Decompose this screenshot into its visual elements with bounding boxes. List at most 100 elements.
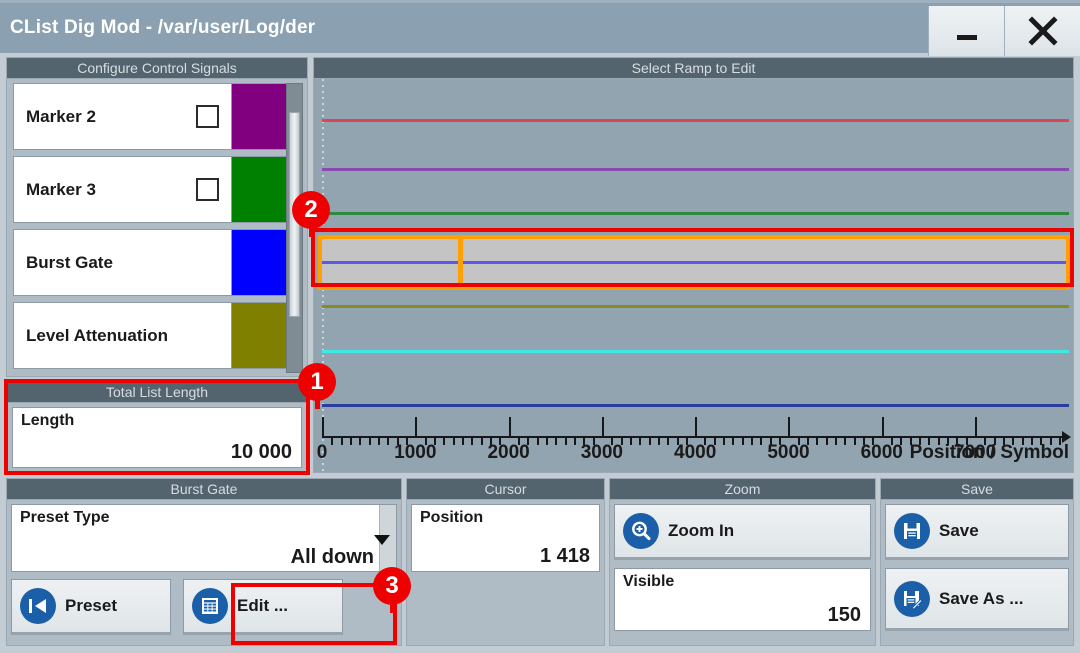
ramp-trace-5[interactable] [322,305,1069,308]
axis-tick-minor [387,436,390,445]
axis-tick-minor [723,436,726,445]
visible-label: Visible [623,573,675,590]
signal-color-swatch-burst-gate [232,229,294,296]
signal-row-burst-gate[interactable]: Burst Gate [13,229,232,296]
axis-tick-minor [461,436,464,445]
cursor-body: Position 1 418 [406,499,605,646]
list-item[interactable]: Marker 2 [13,83,294,150]
list-item[interactable]: Marker 3 [13,156,294,223]
axis-tick-minor [331,436,334,445]
length-label: Length [21,412,75,429]
zoom-in-button[interactable]: Zoom In [614,504,871,560]
preset-button[interactable]: Preset [11,579,171,635]
ramp-trace-1[interactable] [322,119,1069,122]
burst-gate-body: Preset Type All down Preset Edit ... [6,499,402,646]
list-item[interactable]: Level Attenuation [13,302,294,369]
axis-tick-major [601,417,604,437]
control-signal-list: Marker 2 Marker 3 Burst Gate Level Atten… [6,78,308,377]
axis-tick-minor [359,436,362,445]
burst-gate-header: Burst Gate [6,478,402,499]
signal-checkbox-marker-3[interactable] [196,178,219,201]
signal-row-level-attenuation[interactable]: Level Attenuation [13,302,232,369]
length-value: 10 000 [230,441,292,463]
select-ramp-to-edit-panel: Select Ramp to Edit 0 1000 2000 3000 4000 500… [313,57,1074,473]
axis-tick-label: 2000 [487,442,530,463]
zoom-in-button-label: Zoom In [668,521,735,540]
signal-label: Marker 3 [26,179,96,199]
axis-tick-minor [816,436,819,445]
signal-color-swatch-marker-3 [232,156,294,223]
axis-tick-label: 1000 [394,442,437,463]
cursor-panel: Cursor Position 1 418 [406,478,605,646]
axis-tick-label: 0 [316,442,328,463]
save-header: Save [880,478,1074,499]
preset-type-value: All down [290,546,374,568]
signal-label: Burst Gate [26,252,113,272]
edit-button-label: Edit ... [237,596,288,615]
signal-row-marker-2[interactable]: Marker 2 [13,83,232,150]
signal-label: Marker 2 [26,106,96,126]
cursor-position-field[interactable]: Position 1 418 [411,504,600,572]
axis-tick-minor [349,436,352,445]
zoom-header: Zoom [609,478,876,499]
axis-title: Position / Symbol [909,442,1069,463]
save-as-button-label: Save As ... [939,588,1024,608]
axis-tick-minor [573,436,576,445]
axis-tick-minor [853,436,856,445]
signal-checkbox-marker-2[interactable] [196,105,219,128]
axis-tick-minor [732,436,735,445]
chevron-down-icon [374,535,390,545]
ramp-trace-3[interactable] [322,212,1069,215]
ramp-trace-6[interactable] [322,350,1069,353]
list-item[interactable]: Burst Gate [13,229,294,296]
total-list-length-body: Length 10 000 [6,402,308,473]
axis-tick-minor [648,436,651,445]
cursor-position-label: Position [420,509,484,526]
window-controls [928,6,1080,56]
axis-tick-label: 5000 [767,442,810,463]
length-field[interactable]: Length 10 000 [12,407,302,468]
edit-button[interactable]: Edit ... [183,579,343,635]
selected-ramp-row[interactable] [318,235,1070,290]
preset-button-label: Preset [65,596,117,615]
minimize-button[interactable] [928,6,1004,56]
axis-tick-minor [377,436,380,445]
axis-tick-major [322,417,324,437]
axis-tick-major [415,417,418,437]
ramp-cursor-marker [458,239,464,286]
signal-row-marker-3[interactable]: Marker 3 [13,156,232,223]
ramp-trace-2[interactable] [322,168,1069,171]
cursor-position-value: 1 418 [539,545,590,567]
save-button[interactable]: Save [885,504,1069,560]
axis-tick-major [975,417,978,437]
axis-tick-major [881,417,884,437]
close-button[interactable] [1004,6,1080,56]
control-signal-list-scrollbar[interactable] [286,83,303,373]
select-ramp-to-edit-header: Select Ramp to Edit [313,57,1074,78]
axis-tick-minor [340,436,343,445]
save-button-label: Save [939,521,979,540]
axis-tick-minor [844,436,847,445]
axis-tick-major [695,417,698,437]
cursor-header: Cursor [406,478,605,499]
axis-tick-minor [564,436,567,445]
zoom-body: Zoom In Visible 150 [609,499,876,646]
axis-tick-label: 6000 [860,442,903,463]
visible-field[interactable]: Visible 150 [614,568,871,631]
axis-tick-minor [760,436,763,445]
save-as-button[interactable]: Save As ... [885,568,1069,631]
axis-tick-minor [657,436,660,445]
axis-tick-minor [751,436,754,445]
configure-control-signals-panel: Configure Control Signals Marker 2 Marke… [6,57,308,377]
axis-tick-minor [536,436,539,445]
scrollbar-thumb[interactable] [289,112,300,317]
preset-icon [20,588,56,624]
burst-gate-panel: Burst Gate Preset Type All down Preset E… [6,478,402,646]
total-list-length-header: Total List Length [6,381,308,402]
total-list-length-panel: Total List Length Length 10 000 [6,381,308,473]
axis-tick-minor [545,436,548,445]
axis-tick-minor [471,436,474,445]
table-edit-icon [192,588,228,624]
preset-type-dropdown[interactable]: Preset Type All down [11,504,397,572]
ramp-plot-area[interactable]: 0 1000 2000 3000 4000 5000 6000 7000 Position /… [313,78,1074,473]
